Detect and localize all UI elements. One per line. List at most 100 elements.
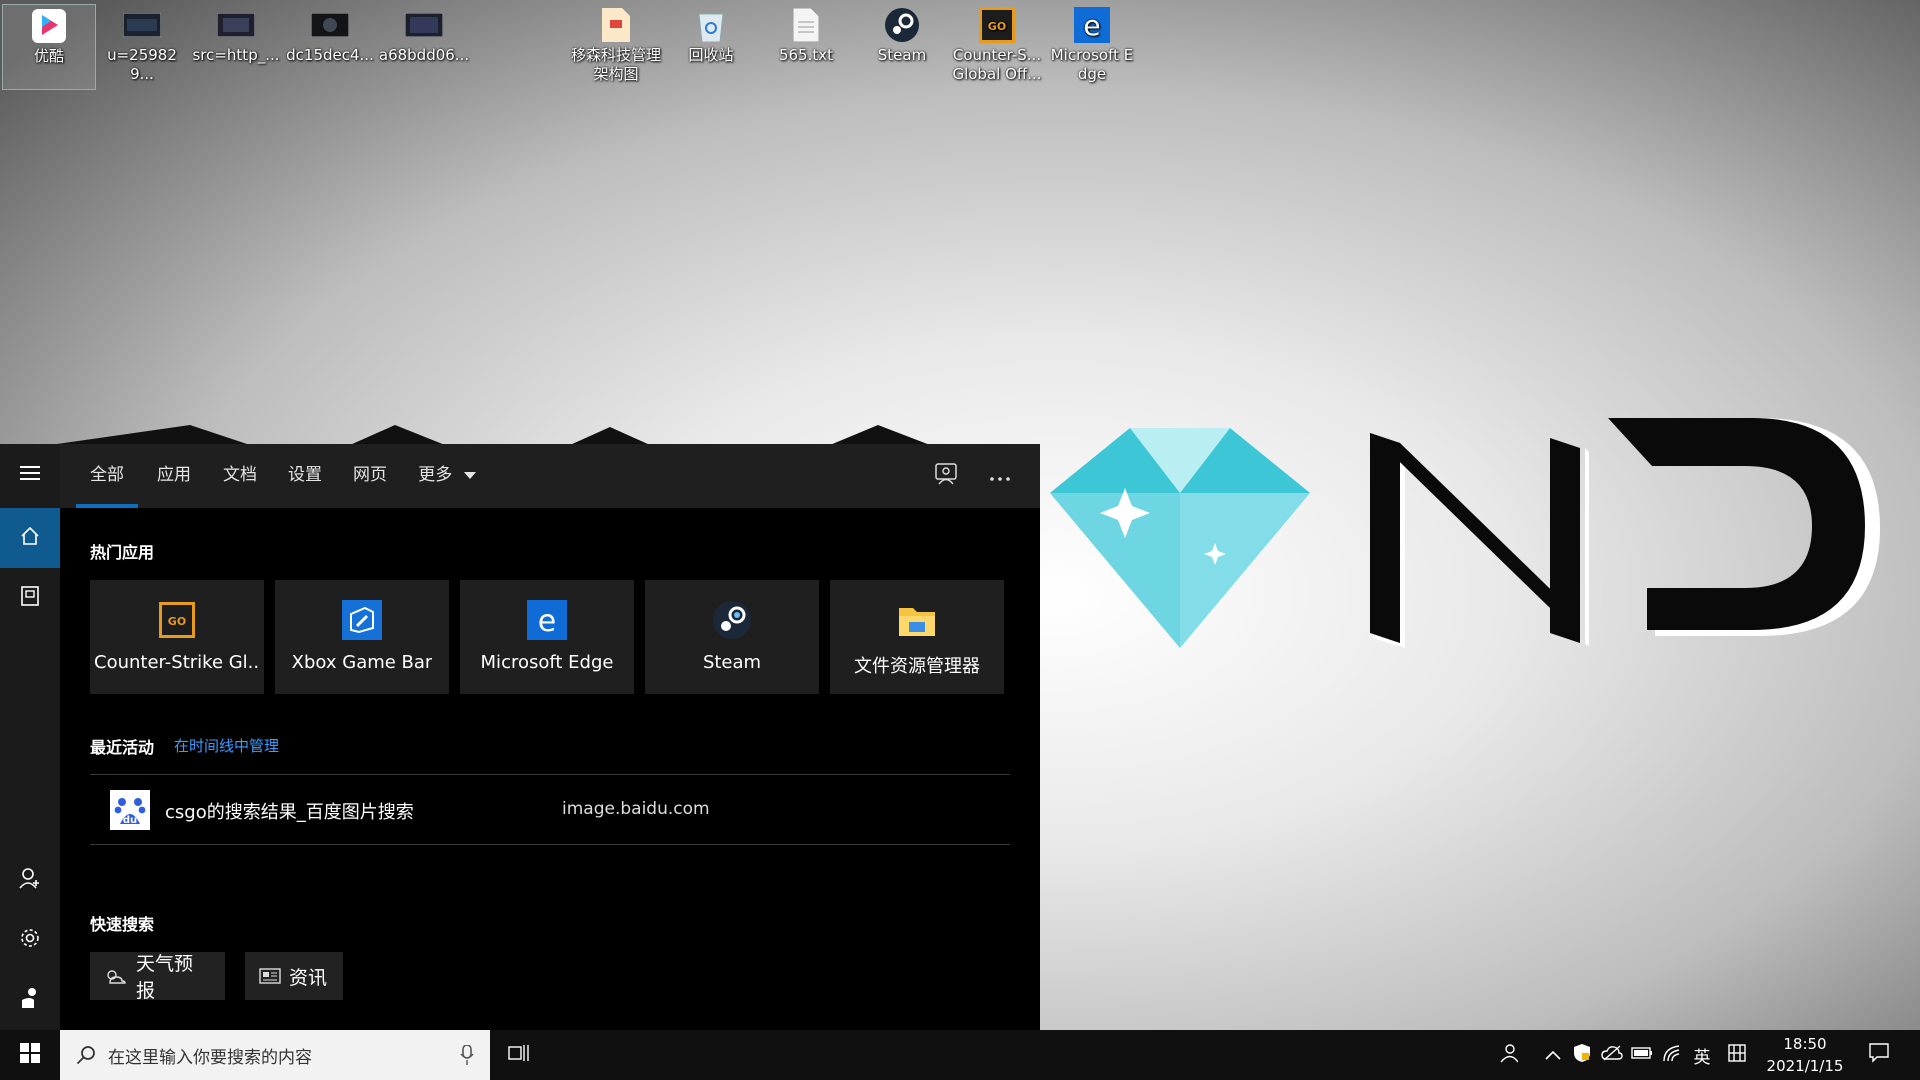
search-icon [76,1045,96,1065]
home-icon [20,526,40,550]
desktop-icon-label: 移森科技管理架构图 [570,46,661,83]
tab-all[interactable]: 全部 [76,444,138,508]
tray-overflow-button[interactable] [1541,1043,1565,1067]
desktop-icon-youku[interactable]: 优酷 [2,4,96,90]
desktop-icon-image-3[interactable]: dc15dec4... [284,4,376,88]
top-app-tile-steam[interactable]: Steam [645,580,819,694]
taskbar-search-box[interactable]: 在这里输入你要搜索的内容 [60,1030,490,1080]
quick-search-label: 天气预报 [136,953,194,1002]
top-app-tile-edge[interactable]: e Microsoft Edge [460,580,634,694]
svg-text:du: du [123,815,137,826]
ime-grid-icon [1728,1043,1746,1067]
tab-apps[interactable]: 应用 [146,444,202,508]
desktop-icon-recycle-bin[interactable]: 回收站 [665,4,757,88]
desktop-icon-edge[interactable]: e Microsoft Edge [1046,4,1138,88]
security-tray-button[interactable] [1570,1043,1594,1067]
steam-icon [710,598,754,642]
recent-divider-bottom [90,844,1010,845]
svg-text:e: e [538,604,556,639]
input-language-button[interactable]: 英 [1690,1043,1714,1068]
desktop-icon-steam[interactable]: Steam [856,4,948,88]
top-app-tile-csgo[interactable]: GO Counter-Strike Gl... [90,580,264,694]
microphone-icon[interactable] [460,1045,474,1065]
top-app-tile-xbox-game-bar[interactable]: Xbox Game Bar [275,580,449,694]
file-explorer-icon [895,598,939,642]
start-button[interactable] [0,1030,60,1080]
ime-mode-button[interactable] [1725,1043,1749,1067]
top-app-tile-file-explorer[interactable]: 文件资源管理器 [830,580,1004,694]
taskbar-clock[interactable]: 18:50 2021/1/15 [1755,1033,1855,1077]
edge-icon: e [1072,6,1112,44]
top-app-label: 文件资源管理器 [854,656,980,677]
clock-time: 18:50 [1783,1035,1827,1053]
top-app-label: Microsoft Edge [480,652,614,673]
desktop-icon-label: dc15dec4... [286,46,374,64]
tab-more[interactable]: 更多 [412,444,482,508]
letter-n-graphic [1370,433,1589,648]
manage-timeline-link[interactable]: 在时间线中管理 [174,735,279,756]
desktop-icon-csgo[interactable]: GO Counter-S... Global Off... [951,4,1043,88]
wifi-icon [1662,1044,1682,1067]
desktop-icon-text-file[interactable]: 565.txt [760,4,852,88]
people-icon [1498,1043,1519,1068]
top-app-label: Steam [702,652,762,673]
rail-settings-button[interactable] [0,910,60,970]
svg-text:e: e [1083,9,1100,42]
battery-icon [1631,1045,1653,1065]
tab-documents[interactable]: 文档 [212,444,268,508]
recent-item[interactable]: du csgo的搜索结果_百度图片搜索 image.baidu.com [90,776,1010,844]
xbox-game-bar-icon [340,598,384,642]
tab-web[interactable]: 网页 [342,444,398,508]
rail-notebook-button[interactable] [0,568,60,628]
search-panel: 全部 应用 文档 设置 网页 更多 [0,444,1040,1030]
desktop-icon-image-4[interactable]: a68bdd06... [378,4,470,88]
diamond-graphic [1050,428,1310,648]
onedrive-tray-button[interactable] [1600,1043,1624,1067]
clock-date: 2021/1/15 [1766,1057,1844,1075]
image-file-icon [310,6,350,44]
rail-home-button[interactable] [0,508,60,568]
recent-item-url: image.baidu.com [562,799,710,819]
task-view-icon [508,1044,530,1067]
task-view-button[interactable] [507,1043,531,1067]
edge-icon: e [525,598,569,642]
battery-tray-button[interactable] [1630,1043,1654,1067]
desktop-icon-image-2[interactable]: src=http_... [190,4,282,88]
svg-text:GO: GO [168,615,186,628]
image-file-icon [404,6,444,44]
feedback-hub-button[interactable] [930,460,962,492]
search-tab-bar: 全部 应用 文档 设置 网页 更多 [60,444,1040,508]
wallpaper-logo-fragment [50,425,930,445]
people-button[interactable] [1496,1043,1520,1067]
hamburger-menu-button[interactable] [0,444,60,504]
quick-search-news-button[interactable]: 资讯 [245,952,343,1000]
action-center-button[interactable] [1867,1042,1891,1068]
top-app-label: Xbox Game Bar [291,652,433,673]
desktop-icon-label: 回收站 [688,46,734,64]
input-language-label: 英 [1693,1047,1711,1068]
desktop-icon-label: 优酷 [33,47,64,65]
gear-icon [19,927,41,953]
more-options-button[interactable] [984,460,1016,492]
desktop-icon-label: u=259829... [107,46,177,83]
top-apps-title: 热门应用 [90,543,155,562]
network-tray-button[interactable] [1660,1043,1684,1067]
feedback-icon [20,987,40,1013]
rail-feedback-button[interactable] [0,970,60,1030]
svg-text:GO: GO [988,20,1006,33]
desktop-icon-image-1[interactable]: u=259829... [96,4,188,88]
weather-icon [104,967,126,985]
cloud-icon [1601,1044,1623,1066]
user-icon [19,867,41,893]
notification-icon [1869,1042,1889,1068]
tab-settings[interactable]: 设置 [277,444,333,508]
quick-search-title: 快速搜索 [90,915,155,934]
document-icon [596,6,636,44]
desktop-icon-document[interactable]: 移森科技管理架构图 [570,4,662,88]
windows-logo-icon [20,1043,40,1067]
rail-account-button[interactable] [0,850,60,910]
csgo-icon: GO [977,6,1017,44]
recent-divider-top [90,774,1010,775]
quick-search-weather-button[interactable]: 天气预报 [90,952,225,1002]
desktop-icon-label: Steam [877,46,927,64]
